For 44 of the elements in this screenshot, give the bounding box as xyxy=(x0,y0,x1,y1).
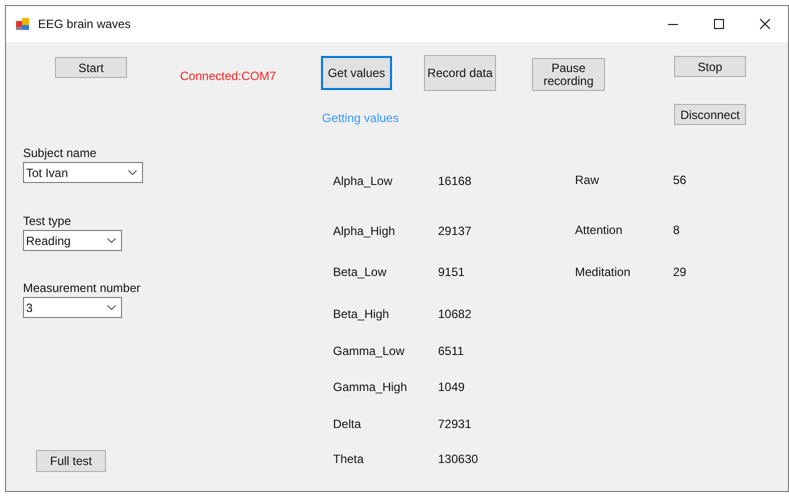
value-reading: 29 xyxy=(673,265,686,279)
value-reading: 9151 xyxy=(438,265,465,279)
field-label: Measurement number xyxy=(23,281,142,295)
value-reading: 1049 xyxy=(438,380,465,394)
button[interactable]: Pause recording xyxy=(532,58,605,91)
value-label: Delta xyxy=(333,417,362,431)
value-label: Meditation xyxy=(575,265,632,279)
button[interactable]: Record data xyxy=(424,55,496,91)
button[interactable]: Disconnect xyxy=(674,104,746,125)
chevron-down-icon xyxy=(107,238,116,243)
value-label: Beta_Low xyxy=(333,265,388,279)
field-label: Subject name xyxy=(23,146,98,160)
value-label: Raw xyxy=(575,173,600,187)
maximize-icon[interactable] xyxy=(714,19,724,29)
value-label: Gamma_Low xyxy=(333,344,406,358)
chevron-down-icon xyxy=(107,305,116,310)
chevron-down-icon xyxy=(128,170,137,175)
value-label: Theta xyxy=(333,452,365,466)
value-reading: 6511 xyxy=(438,344,464,358)
value-reading: 72931 xyxy=(438,417,472,431)
value-label: Beta_High xyxy=(333,307,390,321)
value-reading: 56 xyxy=(673,173,686,187)
dropdown[interactable]: 3 xyxy=(23,297,122,318)
dropdown[interactable]: Tot Ivan xyxy=(23,162,143,183)
app-icon xyxy=(16,17,30,31)
window-title: EEG brain waves xyxy=(38,16,131,33)
value-reading: 10682 xyxy=(438,307,472,321)
value-label: Gamma_High xyxy=(333,380,408,394)
close-icon[interactable] xyxy=(760,19,770,29)
value-reading: 16168 xyxy=(438,174,472,188)
button[interactable]: Start xyxy=(55,57,127,78)
value-label: Alpha_High xyxy=(333,224,396,238)
button[interactable]: Full test xyxy=(36,450,106,472)
button[interactable]: Get values xyxy=(321,56,392,90)
dropdown[interactable]: Reading xyxy=(23,230,122,251)
value-reading: 8 xyxy=(673,223,680,237)
status-message: Getting values xyxy=(322,111,399,125)
value-reading: 130630 xyxy=(438,452,478,466)
button[interactable]: Stop xyxy=(674,56,746,77)
value-reading: 29137 xyxy=(438,224,472,238)
connection-status: Connected:COM7 xyxy=(180,68,276,85)
value-label: Attention xyxy=(575,223,624,237)
field-label: Test type xyxy=(23,214,72,228)
value-label: Alpha_Low xyxy=(333,174,394,188)
